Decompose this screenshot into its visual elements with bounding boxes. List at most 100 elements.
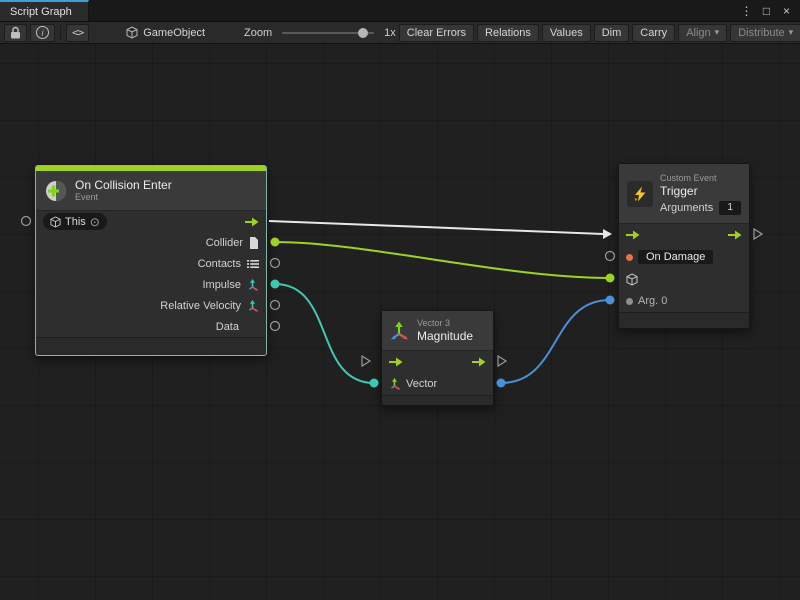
relations-button[interactable]: Relations [477,24,539,42]
vector3-mini-icon [389,378,401,390]
menu-icon[interactable]: ⋮ [738,2,755,19]
wire-impulse-to-vector[interactable] [275,284,374,383]
row-flow [382,351,493,373]
output-row-collider[interactable]: Collider [36,232,266,253]
node-category: Vector 3 [417,318,473,329]
cube-icon[interactable] [626,273,638,286]
list-icon [247,259,259,269]
node-on-collision-enter[interactable]: On Collision Enter Event This ⊙ [35,165,267,356]
align-label: Align [686,27,710,39]
vector3-icon [390,321,410,341]
lock-button[interactable] [4,24,27,42]
zoom-slider[interactable] [282,32,374,34]
node-title: On Collision Enter [75,178,172,192]
info-button[interactable]: i [30,24,55,42]
node-body: This ⊙ Collider Contacts [36,211,266,337]
port-label: Relative Velocity [160,300,241,312]
node-vector3-magnitude[interactable]: Vector 3 Magnitude Vector [381,310,494,406]
cube-icon [50,216,61,228]
node-title: Trigger [660,184,741,198]
clear-errors-button[interactable]: Clear Errors [399,24,474,42]
flow-in-arrow-icon[interactable] [389,357,403,367]
arguments-row: Arguments 1 [660,201,741,215]
node-footer[interactable] [619,312,749,328]
zoom-label: Zoom [244,27,272,39]
port-vector-input[interactable] [370,379,379,388]
port-data-output[interactable] [271,322,280,331]
object-picker-icon[interactable]: ⊙ [90,216,100,228]
wire-arrowhead-icon [603,229,612,239]
flow-out-arrow-icon[interactable] [472,357,486,367]
chevron-down-icon: ▾ [715,27,720,38]
distribute-dropdown[interactable]: Distribute ▾ [730,24,800,42]
node-header[interactable]: Custom Event Trigger Arguments 1 [619,164,749,224]
close-icon[interactable]: × [778,2,795,19]
maximize-icon[interactable]: □ [758,2,775,19]
port-impulse-output[interactable] [271,280,280,289]
port-contacts-output[interactable] [271,259,280,268]
node-header[interactable]: On Collision Enter Event [36,171,266,211]
row-event-name: On Damage [619,246,749,268]
port-arg0-input[interactable] [606,296,615,305]
port-flow-out-magnitude[interactable] [498,356,506,366]
flow-out-arrow-icon[interactable] [728,230,742,240]
output-row-relative-velocity[interactable]: Relative Velocity [36,295,266,316]
string-port-icon[interactable] [626,254,633,261]
node-footer[interactable] [36,337,266,355]
port-trigger-target-input[interactable] [606,274,615,283]
dim-button[interactable]: Dim [594,24,630,42]
port-relative-velocity-output[interactable] [271,301,280,310]
graph-canvas[interactable]: On Collision Enter Event This ⊙ [0,44,800,600]
tab-title: Script Graph [10,6,72,18]
window-controls: ⋮ □ × [738,0,800,21]
target-label: This [65,216,86,228]
node-title-group: Vector 3 Magnitude [417,318,473,343]
port-flow-in-magnitude[interactable] [362,356,370,366]
output-row-data[interactable]: Data [36,316,266,337]
flow-in-arrow-icon[interactable] [626,230,640,240]
file-icon [249,237,259,249]
port-label: Arg. 0 [638,295,667,307]
gameobject-label: GameObject [143,27,205,39]
toolbar-separator [60,25,61,40]
code-view-button[interactable]: <> [66,24,89,42]
carry-button[interactable]: Carry [632,24,675,42]
output-row-impulse[interactable]: Impulse [36,274,266,295]
port-label: Data [216,321,239,333]
node-trigger-custom-event[interactable]: Custom Event Trigger Arguments 1 [618,163,750,329]
output-row-contacts[interactable]: Contacts [36,253,266,274]
zoom-value: 1x [384,27,396,39]
graph-toolbar: i <> GameObject Zoom 1x Clear Errors Rel… [0,22,800,44]
arguments-label: Arguments [660,202,713,214]
tab-script-graph[interactable]: Script Graph [0,0,89,21]
align-dropdown[interactable]: Align ▾ [678,24,727,42]
arg0-port-icon[interactable] [626,298,633,305]
flow-out-arrow-icon[interactable] [245,217,259,227]
target-dropdown[interactable]: This ⊙ [43,213,107,230]
chevron-down-icon: ▾ [789,27,794,38]
port-flow-out-trigger[interactable] [754,229,762,239]
values-button[interactable]: Values [542,24,591,42]
port-label: Impulse [202,279,241,291]
port-magnitude-output[interactable] [497,379,506,388]
node-header[interactable]: Vector 3 Magnitude [382,311,493,351]
arguments-count-field[interactable]: 1 [719,201,741,215]
row-flow [619,224,749,246]
gameobject-target[interactable]: GameObject [126,26,205,39]
lightning-icon-box [627,181,653,207]
node-title-group: Custom Event Trigger Arguments 1 [660,173,741,215]
title-bar: Script Graph ⋮ □ × [0,0,800,22]
node-footer[interactable] [382,395,493,405]
port-event-name-input[interactable] [606,252,615,261]
wire-magnitude-to-arg0[interactable] [501,300,610,383]
port-label: Contacts [198,258,241,270]
port-collider-output[interactable] [271,238,280,247]
port-event-input[interactable] [22,217,31,226]
wire-flow-collision-to-trigger[interactable] [269,221,603,234]
code-icon: <> [72,26,83,39]
wire-collider-to-target[interactable] [275,242,610,278]
event-name-field[interactable]: On Damage [638,250,713,264]
zoom-slider-handle[interactable] [358,28,368,38]
input-row-vector[interactable]: Vector [382,373,493,395]
node-body: On Damage Arg. 0 [619,224,749,312]
